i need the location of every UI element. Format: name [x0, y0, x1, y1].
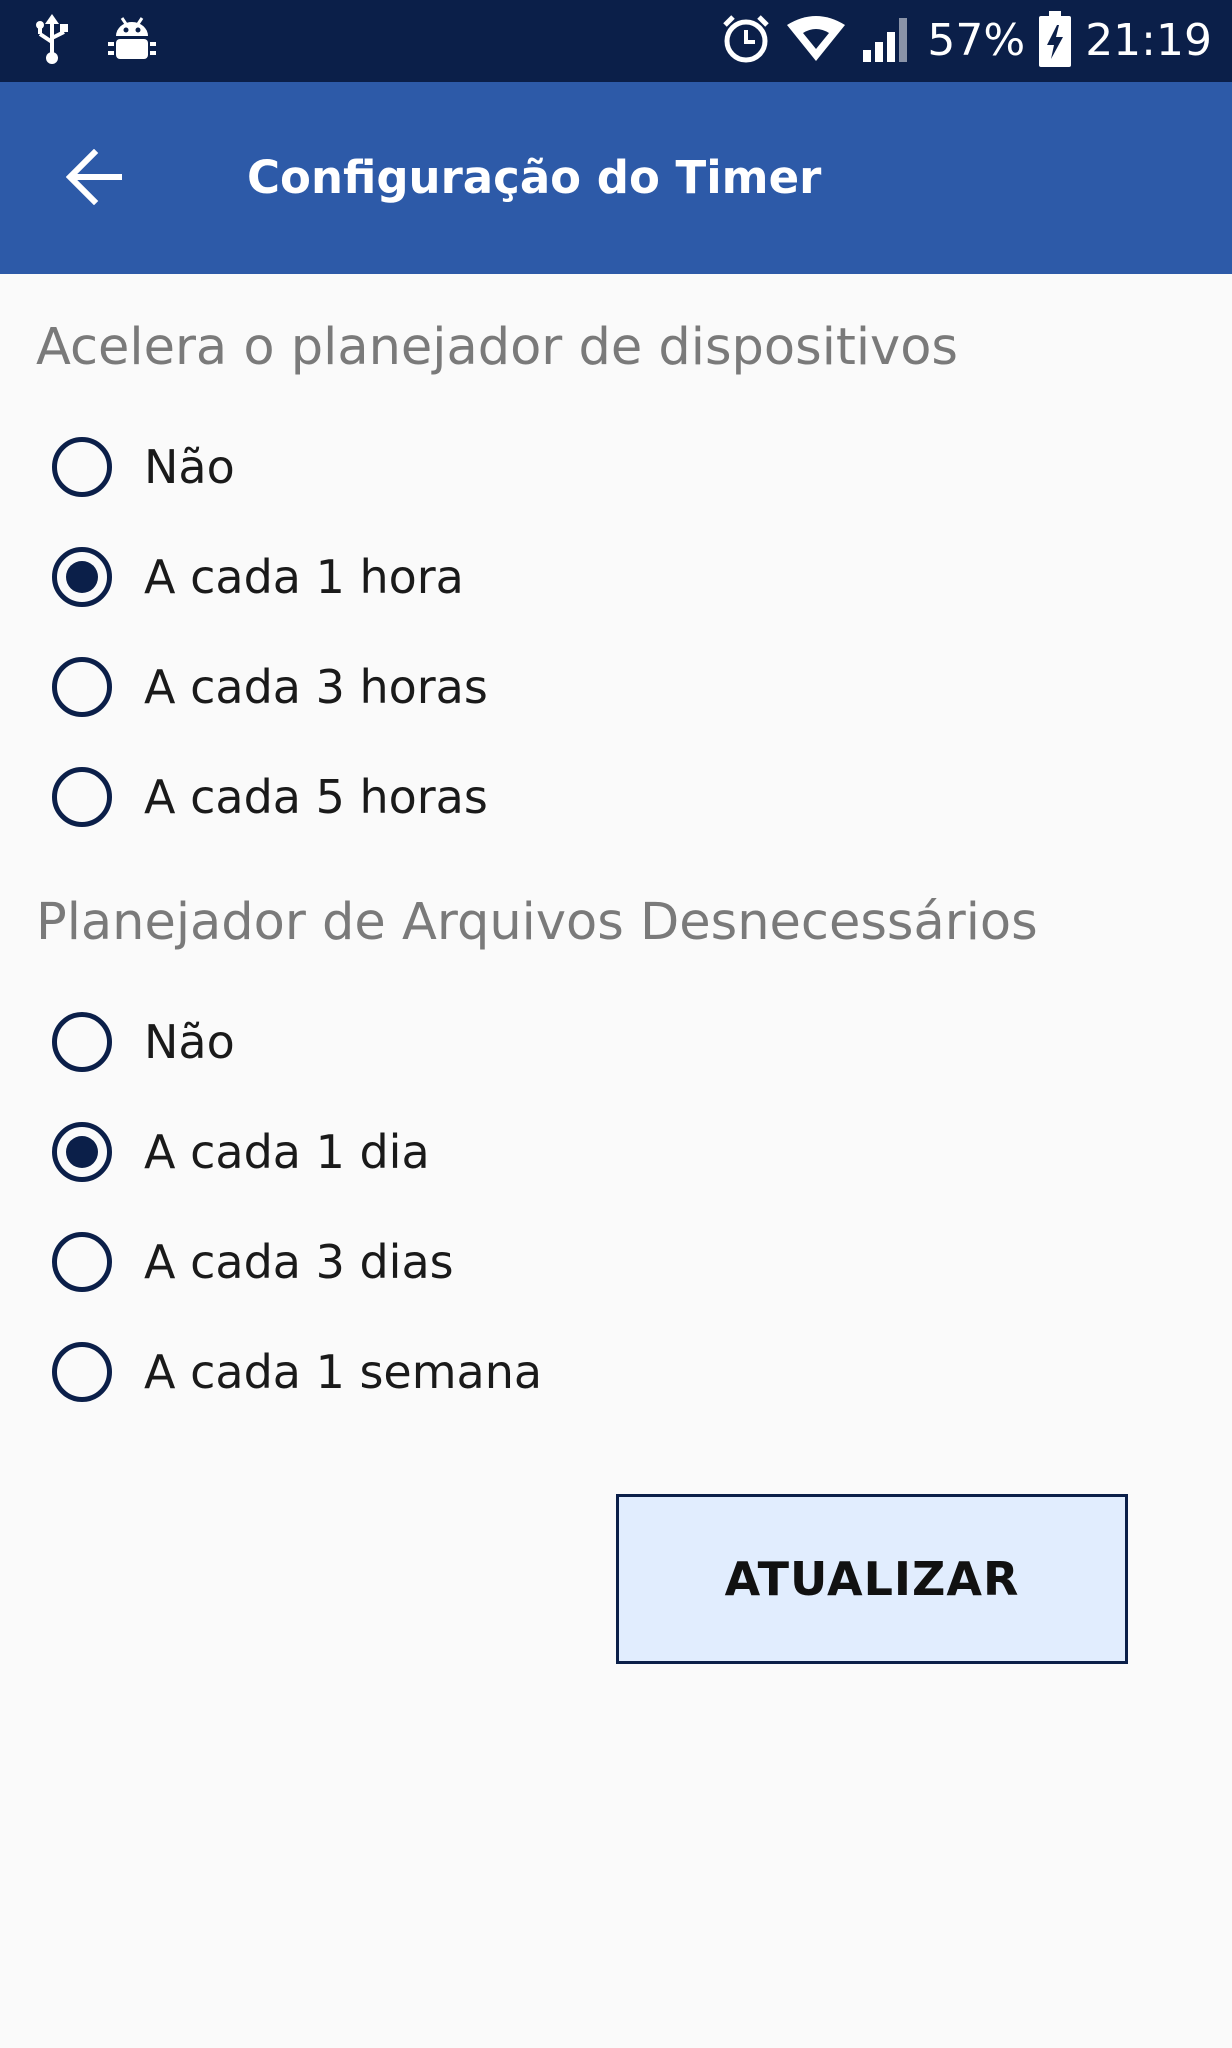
radio-button[interactable] — [52, 1232, 112, 1292]
battery-charging-icon — [1039, 11, 1072, 71]
clock: 21:19 — [1085, 15, 1212, 66]
radio-option-junk-nao[interactable]: Não — [52, 1002, 235, 1082]
radio-button[interactable] — [52, 767, 112, 827]
battery-percent: 57% — [927, 15, 1026, 66]
radio-button[interactable] — [52, 1012, 112, 1072]
radio-label: A cada 5 horas — [144, 770, 488, 824]
radio-label: A cada 1 hora — [144, 550, 464, 604]
back-button[interactable] — [58, 144, 134, 214]
radio-label: A cada 1 semana — [144, 1345, 543, 1399]
radio-label: A cada 3 dias — [144, 1235, 454, 1289]
radio-option-junk-1-dia[interactable]: A cada 1 dia — [52, 1112, 430, 1192]
radio-button[interactable] — [52, 657, 112, 717]
status-bar-right: 57% 21:19 — [721, 0, 1212, 82]
usb-icon — [32, 12, 72, 70]
radio-option-device-1-hora[interactable]: A cada 1 hora — [52, 537, 464, 617]
signal-icon — [861, 14, 913, 68]
radio-label: A cada 1 dia — [144, 1125, 430, 1179]
status-bar-left — [32, 14, 156, 68]
page-title: Configuração do Timer — [247, 151, 822, 204]
radio-label: Não — [144, 1015, 235, 1069]
radio-button[interactable] — [52, 437, 112, 497]
radio-option-junk-3-dias[interactable]: A cada 3 dias — [52, 1222, 454, 1302]
section-title-junk-files-planner: Planejador de Arquivos Desnecessários — [36, 893, 1038, 952]
status-bar: 57% 21:19 — [0, 0, 1232, 82]
section-title-device-planner: Acelera o planejador de dispositivos — [36, 318, 958, 377]
radio-button-selected[interactable] — [52, 1122, 112, 1182]
radio-option-device-5-horas[interactable]: A cada 5 horas — [52, 757, 488, 837]
radio-button[interactable] — [52, 1342, 112, 1402]
arrow-left-icon — [65, 148, 126, 209]
alarm-icon — [721, 13, 771, 69]
radio-label: Não — [144, 440, 235, 494]
radio-button-selected[interactable] — [52, 547, 112, 607]
radio-option-device-3-horas[interactable]: A cada 3 horas — [52, 647, 488, 727]
wifi-icon — [785, 15, 847, 67]
app-bar: Configuração do Timer — [0, 82, 1232, 274]
radio-option-junk-1-semana[interactable]: A cada 1 semana — [52, 1332, 542, 1412]
update-button[interactable]: ATUALIZAR — [616, 1494, 1128, 1664]
android-debug-icon — [108, 14, 156, 68]
radio-option-device-nao[interactable]: Não — [52, 427, 235, 507]
radio-label: A cada 3 horas — [144, 660, 488, 714]
